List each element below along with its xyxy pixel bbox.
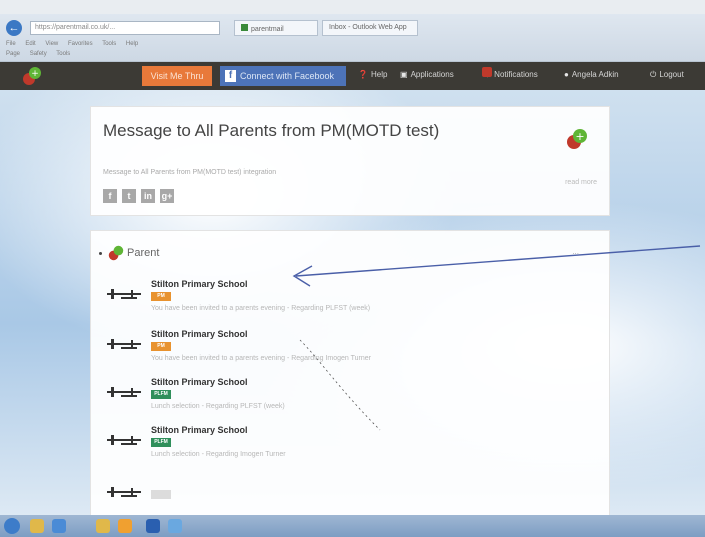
nav-logout[interactable]: ⏻ Logout: [650, 70, 684, 80]
message-tag: PM: [151, 342, 171, 351]
school-name: Stilton Primary School: [151, 329, 248, 339]
windows-taskbar: [0, 515, 705, 537]
app-top-nav: + Visit Me Thru f Connect with Facebook …: [0, 62, 705, 90]
social-share-row: f t in g+: [103, 189, 174, 203]
svg-text:+: +: [31, 69, 39, 79]
parent-messages-card: Parent ... Stilton Primary School PM You…: [90, 230, 610, 520]
back-arrow-icon[interactable]: ←: [6, 20, 22, 36]
browser-menu: File Edit View Favorites Tools Help: [6, 41, 146, 47]
message-tag: PLFM: [151, 390, 171, 399]
message-list-item[interactable]: Stilton Primary School PM You have been …: [107, 279, 587, 325]
favorites-bar: Page Safety Tools: [6, 51, 78, 57]
message-description: Lunch selection - Regarding Imogen Turne…: [151, 451, 286, 458]
nav-user[interactable]: ● Angela Adkin: [564, 70, 619, 79]
section-header: Parent: [99, 245, 159, 261]
nav-notifications[interactable]: ⚙Notifications: [482, 67, 538, 79]
message-description: Lunch selection - Regarding PLFST (week): [151, 403, 285, 410]
folder-icon[interactable]: [96, 519, 110, 533]
section-title: Parent: [127, 247, 160, 259]
school-thumbnail-icon: [107, 435, 141, 445]
school-name: Stilton Primary School: [151, 425, 248, 435]
svg-text:+: +: [575, 130, 584, 143]
facebook-share-icon[interactable]: f: [103, 189, 117, 203]
parentmail-logo-icon: +: [567, 129, 587, 149]
facebook-icon: f: [225, 70, 236, 82]
school-thumbnail-icon: [107, 387, 141, 397]
twitter-share-icon[interactable]: t: [122, 189, 136, 203]
message-tag: [151, 490, 171, 499]
fav-safety[interactable]: Safety: [30, 51, 47, 57]
menu-view[interactable]: View: [45, 41, 58, 47]
explorer-icon[interactable]: [30, 519, 44, 533]
school-name: Stilton Primary School: [151, 377, 248, 387]
message-list-item[interactable]: Stilton Primary School PLFM Lunch select…: [107, 425, 587, 471]
fav-tools[interactable]: Tools: [56, 51, 70, 57]
googleplus-share-icon[interactable]: g+: [160, 189, 174, 203]
school-name: Stilton Primary School: [151, 279, 248, 289]
parent-logo-icon: [108, 245, 124, 261]
start-button-icon[interactable]: [4, 518, 20, 534]
question-icon: ❓: [358, 70, 368, 79]
visit-me-thru-button[interactable]: Visit Me Thru: [142, 66, 212, 86]
browser-tab-2[interactable]: Inbox - Outlook Web App: [322, 20, 418, 36]
app-icon[interactable]: [118, 519, 132, 533]
message-tag: PM: [151, 292, 171, 301]
power-icon: ⏻: [650, 70, 657, 79]
connect-facebook-button[interactable]: f Connect with Facebook: [220, 66, 346, 86]
message-description: You have been invited to a parents eveni…: [151, 305, 371, 312]
fav-page[interactable]: Page: [6, 51, 20, 57]
bullet-icon: [99, 251, 102, 255]
section-options[interactable]: ...: [572, 247, 579, 256]
applications-icon: ▣: [400, 70, 408, 79]
menu-help[interactable]: Help: [126, 41, 138, 47]
notification-badge: [482, 67, 492, 77]
user-icon: ●: [564, 70, 569, 79]
browser-tab-1[interactable]: parentmail: [234, 20, 318, 36]
menu-file[interactable]: File: [6, 41, 16, 47]
school-thumbnail-icon: [107, 289, 141, 299]
favicon-icon: [241, 24, 248, 31]
ie-icon[interactable]: [52, 519, 66, 533]
message-list-item[interactable]: Stilton Primary School PM You have been …: [107, 329, 587, 375]
message-card: Message to All Parents from PM(MOTD test…: [90, 106, 610, 216]
browser-toolbar: ← https://parentmail.co.uk/... parentmai…: [0, 14, 705, 62]
menu-edit[interactable]: Edit: [25, 41, 35, 47]
message-description: You have been invited to a parents eveni…: [151, 355, 372, 362]
school-thumbnail-icon: [107, 339, 141, 349]
address-bar[interactable]: https://parentmail.co.uk/...: [30, 21, 220, 35]
nav-help[interactable]: ❓ Help: [358, 70, 387, 79]
menu-tools[interactable]: Tools: [102, 41, 116, 47]
message-title[interactable]: Message to All Parents from PM(MOTD test…: [103, 121, 439, 141]
message-tag: PLFM: [151, 438, 171, 447]
school-thumbnail-icon: [107, 487, 141, 497]
notifications-icon: ⚙: [482, 67, 492, 79]
menu-favorites[interactable]: Favorites: [68, 41, 93, 47]
read-more-link[interactable]: read more: [565, 179, 597, 186]
message-subtitle: Message to All Parents from PM(MOTD test…: [103, 169, 277, 176]
linkedin-share-icon[interactable]: in: [141, 189, 155, 203]
app-logo-icon[interactable]: +: [22, 66, 42, 86]
word-icon[interactable]: [146, 519, 160, 533]
message-list-item[interactable]: Stilton Primary School PLFM Lunch select…: [107, 377, 587, 423]
nav-applications[interactable]: ▣ Applications: [400, 70, 454, 79]
window-icon[interactable]: [168, 519, 182, 533]
